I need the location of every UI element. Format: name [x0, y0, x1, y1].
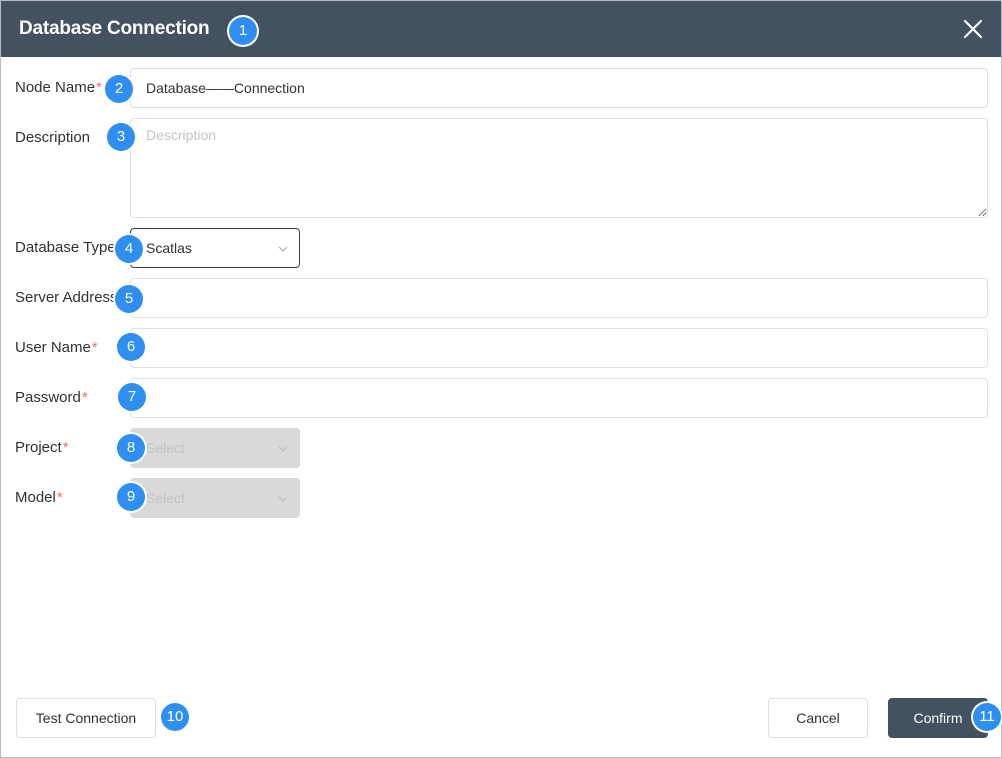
project-select[interactable]: Select	[130, 428, 300, 468]
description-textarea[interactable]	[130, 118, 988, 218]
database-type-select[interactable]: Scatlas	[130, 228, 300, 268]
annotation-badge: 5	[115, 285, 143, 313]
annotation-badge: 11	[973, 703, 1001, 731]
model-label-text: Model	[15, 489, 56, 506]
model-label: Model*	[15, 489, 63, 506]
annotation-badge: 2	[105, 75, 133, 103]
node-name-input[interactable]	[130, 68, 988, 108]
model-select[interactable]: Select	[130, 478, 300, 518]
database-type-value: Scatlas	[146, 240, 192, 256]
required-mark: *	[96, 79, 102, 96]
chevron-down-icon	[277, 243, 289, 255]
annotation-badge: 3	[107, 123, 135, 151]
annotation-badge: 9	[117, 483, 145, 511]
description-label: Description	[15, 129, 91, 146]
annotation-badge: 10	[161, 703, 189, 731]
password-input[interactable]	[130, 378, 988, 418]
project-label-text: Project	[15, 439, 62, 456]
close-icon[interactable]	[961, 17, 985, 41]
user-name-input[interactable]	[130, 328, 988, 368]
dialog-header: Database Connection	[1, 1, 1001, 57]
model-select-placeholder: Select	[146, 490, 185, 506]
required-mark: *	[62, 439, 69, 456]
server-address-label: Server Address	[15, 289, 118, 306]
annotation-badge: 7	[118, 383, 146, 411]
cancel-button[interactable]: Cancel	[768, 698, 868, 738]
required-mark: *	[91, 339, 98, 356]
required-mark: *	[81, 389, 88, 406]
database-type-label: Database Type	[15, 239, 116, 256]
user-name-label-text: User Name	[15, 339, 91, 356]
annotation-badge: 4	[115, 235, 143, 263]
chevron-down-icon	[277, 443, 289, 455]
node-name-label-text: Node Name	[15, 79, 96, 96]
chevron-down-icon	[277, 493, 289, 505]
user-name-label: User Name*	[15, 339, 98, 356]
password-label-text: Password	[15, 389, 81, 406]
project-select-placeholder: Select	[146, 440, 185, 456]
annotation-badge: 8	[117, 434, 145, 462]
annotation-badge: 6	[117, 333, 145, 361]
database-connection-dialog: Database Connection Node Name* Descripti…	[0, 0, 1002, 758]
server-address-input[interactable]	[130, 278, 988, 318]
project-label: Project*	[15, 439, 69, 456]
test-connection-button[interactable]: Test Connection	[16, 698, 156, 738]
required-mark: *	[56, 489, 63, 506]
node-name-label: Node Name*	[15, 79, 102, 96]
dialog-title: Database Connection	[19, 18, 210, 39]
password-label: Password*	[15, 389, 88, 406]
annotation-badge: 1	[229, 17, 257, 45]
